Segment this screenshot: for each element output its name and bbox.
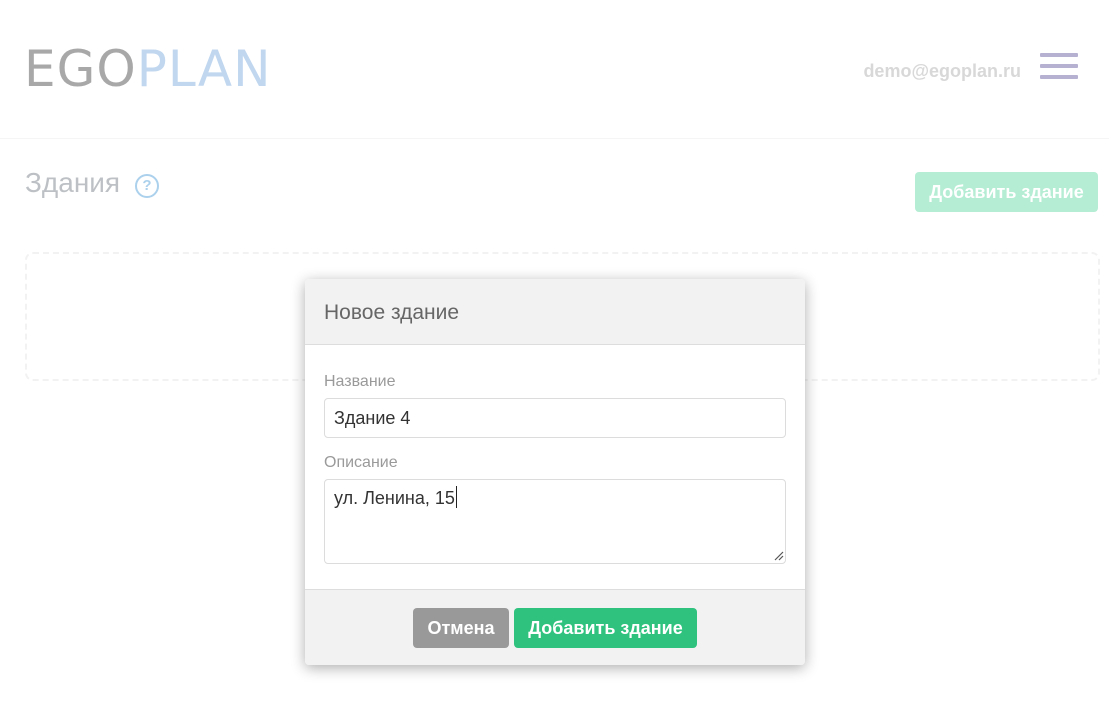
dialog-header: Новое здание xyxy=(305,279,805,345)
submit-add-building-button[interactable]: Добавить здание xyxy=(514,608,697,648)
text-caret xyxy=(455,486,457,508)
description-textarea[interactable]: ул. Ленина, 15 xyxy=(324,479,786,564)
cancel-button[interactable]: Отмена xyxy=(413,608,509,648)
new-building-dialog: Новое здание Название Здание 4 Описание … xyxy=(305,279,805,665)
dialog-title: Новое здание xyxy=(324,301,460,324)
name-input[interactable]: Здание 4 xyxy=(324,398,786,438)
description-label: Описание xyxy=(324,454,398,471)
description-textarea-value: ул. Ленина, 15 xyxy=(334,488,455,508)
dialog-footer: Отмена Добавить здание xyxy=(305,589,805,665)
resize-grip-icon[interactable] xyxy=(773,550,784,561)
name-input-value: Здание 4 xyxy=(334,408,411,428)
name-label: Название xyxy=(324,373,396,390)
dialog-body: Название Здание 4 Описание ул. Ленина, 1… xyxy=(305,345,805,589)
